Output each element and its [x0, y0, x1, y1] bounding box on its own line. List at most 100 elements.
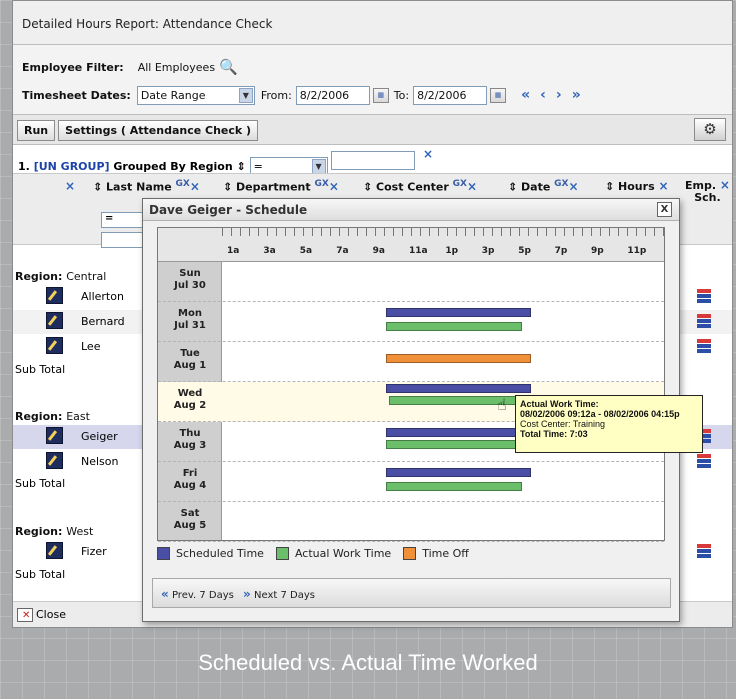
column-department[interactable]: ⇕ Department GX× [223, 179, 339, 194]
region-header-central: Region: Central [15, 270, 107, 283]
schedule-icon[interactable] [697, 454, 711, 469]
timeoff-bar[interactable] [385, 354, 532, 363]
day-row: Sun Jul 30 [158, 262, 664, 302]
double-right-arrow-icon[interactable]: » [572, 87, 581, 103]
group-field: Region [189, 160, 233, 173]
scheduled-swatch [157, 547, 170, 560]
actual-bar[interactable] [385, 440, 532, 449]
clear-group-icon[interactable]: × [423, 147, 433, 161]
day-label: Fri Aug 4 [173, 468, 207, 491]
hour-label: 5a [299, 246, 313, 256]
double-right-arrow-icon[interactable]: » [243, 587, 251, 601]
report-title: Detailed Hours Report: Attendance Check [13, 1, 732, 45]
legend-scheduled: Scheduled Time [157, 547, 264, 560]
day-label: Wed Aug 2 [158, 388, 222, 412]
group-operator-value: = [253, 160, 263, 173]
edit-icon[interactable] [46, 312, 63, 329]
column-hours[interactable]: ⇕ Hours × [605, 179, 669, 193]
hour-label: 1a [227, 246, 240, 256]
hand-cursor-icon: ☝ [497, 395, 507, 414]
schedule-icon[interactable] [697, 339, 711, 354]
actual-bar[interactable] [385, 482, 523, 491]
group-value-input[interactable] [331, 151, 416, 170]
from-date-input[interactable]: 8/2/2006 [295, 85, 370, 105]
schedule-icon[interactable] [697, 314, 711, 329]
to-date-input[interactable]: 8/2/2006 [413, 85, 488, 105]
hour-label: 1p [445, 246, 459, 256]
calendar-icon[interactable]: ▦ [490, 87, 507, 103]
schedule-icon[interactable] [697, 289, 711, 304]
column-last-name[interactable]: ⇕ Last Name GX× [93, 179, 200, 194]
chevron-down-icon[interactable]: ▼ [311, 159, 326, 174]
employee-filter-value: All Employees [137, 60, 216, 74]
day-label: Mon Jul 31 [174, 308, 206, 331]
edit-icon[interactable] [46, 427, 63, 444]
toolbar: Run Settings ( Attendance Check ) ⚙ [13, 115, 732, 145]
timeline-ticks [222, 228, 664, 240]
filter-panel: Employee Filter: All Employees 🔍 Timeshe… [13, 45, 732, 115]
day-label: Tue Aug 1 [173, 348, 207, 371]
right-arrow-icon[interactable]: › [556, 87, 562, 103]
hour-label: 11p [627, 246, 647, 256]
scheduled-bar[interactable] [385, 308, 532, 317]
tooltip-range: 08/02/2006 09:12a - 08/02/2006 04:15p [520, 409, 680, 419]
hour-label: 7a [336, 246, 349, 256]
settings-button[interactable]: Settings ( Attendance Check ) [58, 120, 259, 141]
legend: Scheduled Time Actual Work Time Time Off [157, 547, 481, 560]
calendar-icon[interactable]: ▦ [372, 87, 389, 103]
employee-search-icon[interactable]: 🔍 [219, 58, 238, 76]
left-arrow-icon[interactable]: ‹ [540, 87, 546, 103]
sort-icon[interactable]: ⇕ [237, 160, 246, 173]
modal-nav: « Prev. 7 Days » Next 7 Days [152, 578, 671, 608]
scheduled-bar[interactable] [385, 428, 532, 437]
from-label: From: [260, 88, 292, 102]
prev-7-days-button[interactable]: « Prev. 7 Days [161, 587, 234, 601]
next-7-days-button[interactable]: » Next 7 Days [243, 587, 315, 601]
column-cost-center[interactable]: ⇕ Cost Center GX× [363, 179, 477, 194]
subtotal-label: Sub Total [15, 363, 66, 376]
tooltip: Actual Work Time: 08/02/2006 09:12a - 08… [515, 395, 703, 453]
schedule-grid: 1a 3a 5a 7a 9a 11a 1p 3p 5p 7p 9p 11p Sun Jul 30 Mon J… [157, 227, 665, 542]
close-button[interactable]: Close [17, 608, 66, 622]
timesheet-dates-label: Timesheet Dates: [22, 88, 131, 102]
date-range-select[interactable]: Date Range ▼ [136, 85, 255, 105]
hour-label: 3p [481, 246, 495, 256]
remove-column-icon[interactable]: × [65, 179, 75, 193]
subtotal-label: Sub Total [15, 477, 66, 490]
double-left-arrow-icon[interactable]: « [521, 87, 530, 103]
modal-title: Dave Geiger - Schedule X [143, 199, 679, 221]
scheduled-bar[interactable] [385, 384, 532, 393]
date-range-value: Date Range [140, 88, 206, 102]
edit-icon[interactable] [46, 337, 63, 354]
close-icon[interactable] [17, 608, 33, 622]
timeline-header: 1a 3a 5a 7a 9a 11a 1p 3p 5p 7p 9p 11p [158, 228, 664, 262]
double-left-arrow-icon[interactable]: « [161, 587, 169, 601]
scheduled-bar[interactable] [385, 468, 532, 477]
chevron-down-icon[interactable]: ▼ [238, 87, 253, 103]
actual-swatch [275, 547, 289, 560]
region-header-east: Region: East [15, 410, 90, 423]
day-label: Sat Aug 5 [173, 508, 207, 531]
to-label: To: [393, 88, 410, 102]
column-emp-sch[interactable]: Emp. × Sch. [685, 179, 730, 204]
employee-filter-label: Employee Filter: [22, 60, 124, 74]
gear-icon[interactable]: ⚙ [694, 118, 726, 141]
schedule-icon[interactable] [697, 544, 711, 559]
edit-icon[interactable] [46, 287, 63, 304]
ungroup-link[interactable]: [UN GROUP] [34, 160, 110, 173]
hour-label: 7p [554, 246, 568, 256]
region-header-west: Region: West [15, 525, 94, 538]
close-icon[interactable]: X [657, 202, 672, 217]
actual-bar[interactable] [385, 322, 523, 331]
day-label: Sun Jul 30 [174, 268, 206, 291]
close-label: Close [36, 608, 66, 621]
tooltip-cost-center: Cost Center: Training [520, 419, 606, 429]
hour-label: 11a [409, 246, 428, 256]
edit-icon[interactable] [46, 542, 63, 559]
tooltip-total: Total Time: 7:03 [520, 429, 588, 439]
edit-icon[interactable] [46, 452, 63, 469]
grouped-by-label: Grouped By [113, 160, 186, 173]
column-date[interactable]: ⇕ Date GX× [508, 179, 579, 194]
run-button[interactable]: Run [17, 120, 56, 141]
hour-label: 3a [263, 246, 276, 256]
